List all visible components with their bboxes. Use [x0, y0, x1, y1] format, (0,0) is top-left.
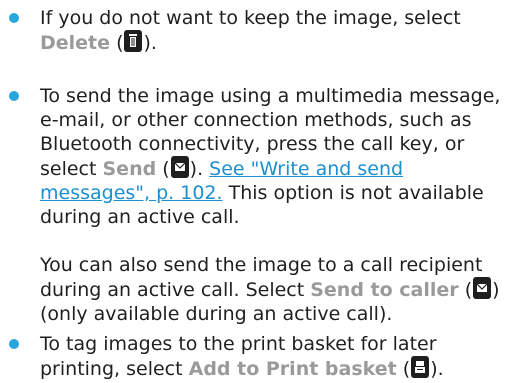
envelope-icon [170, 156, 189, 178]
text-segment: ( [156, 158, 170, 180]
list-item-text: If you do not want to keep the image, se… [40, 6, 505, 55]
text-line: Delete (). [40, 30, 505, 55]
text-line: If you do not want to keep the image, se… [40, 6, 505, 30]
text-line: during an active call. Select Send to ca… [40, 277, 505, 302]
text-segment: ). [189, 158, 210, 180]
cross-reference-link[interactable]: See "Write and send [209, 158, 403, 180]
text-line: select Send (). See "Write and send [40, 156, 505, 181]
text-segment: To send the image using a multimedia mes… [40, 85, 501, 107]
text-line: Bluetooth connectivity, press the call k… [40, 132, 505, 156]
text-segment: ( [396, 358, 411, 380]
ui-label: Send to caller [310, 279, 459, 301]
text-segment: To tag images to the print basket for la… [40, 333, 437, 355]
ui-label: Send [102, 158, 157, 180]
text-segment: during an active call. Select [40, 279, 311, 301]
text-line: during an active call. [40, 205, 505, 229]
text-line: messages", p. 102. This option is not av… [40, 181, 505, 205]
envelope-icon [473, 277, 492, 299]
cross-reference-link[interactable]: messages", p. 102. [40, 182, 223, 204]
ui-label: Delete [40, 32, 111, 54]
list-item-text: To send the image using a multimedia mes… [40, 84, 505, 326]
text-segment: ) [492, 279, 500, 301]
text-segment: ). [430, 358, 444, 380]
text-line: To tag images to the print basket for la… [40, 332, 505, 356]
text-segment: during an active call. [40, 206, 240, 228]
text-segment: ( [110, 32, 124, 54]
text-segment: e-mail, or other connection methods, suc… [40, 109, 472, 131]
text-segment: If you do not want to keep the image, se… [40, 7, 461, 29]
text-segment: You can also send the image to a call re… [40, 254, 483, 276]
text-segment: Bluetooth connectivity, press the call k… [40, 133, 465, 155]
text-segment: ( [458, 279, 473, 301]
list-item-text: To tag images to the print basket for la… [40, 332, 505, 381]
text-line: e-mail, or other connection methods, suc… [40, 108, 505, 132]
text-segment: printing, select [40, 358, 189, 380]
text-line: (only available during an active call). [40, 302, 505, 326]
text-segment: (only available during an active call). [40, 303, 393, 325]
trash-icon [124, 30, 143, 52]
text-line: To send the image using a multimedia mes… [40, 84, 505, 108]
text-segment: select [40, 158, 103, 180]
text-line: printing, select Add to Print basket (). [40, 356, 505, 381]
ui-label: Add to Print basket [188, 358, 397, 380]
text-segment: This option is not available [222, 182, 484, 204]
text-line [40, 229, 505, 253]
print-basket-icon [411, 356, 430, 378]
document-page: If you do not want to keep the image, se… [0, 0, 511, 383]
bullet [9, 13, 19, 23]
bullet [9, 339, 19, 349]
bullet [9, 91, 19, 101]
text-line: You can also send the image to a call re… [40, 253, 505, 277]
text-segment: ). [143, 32, 157, 54]
